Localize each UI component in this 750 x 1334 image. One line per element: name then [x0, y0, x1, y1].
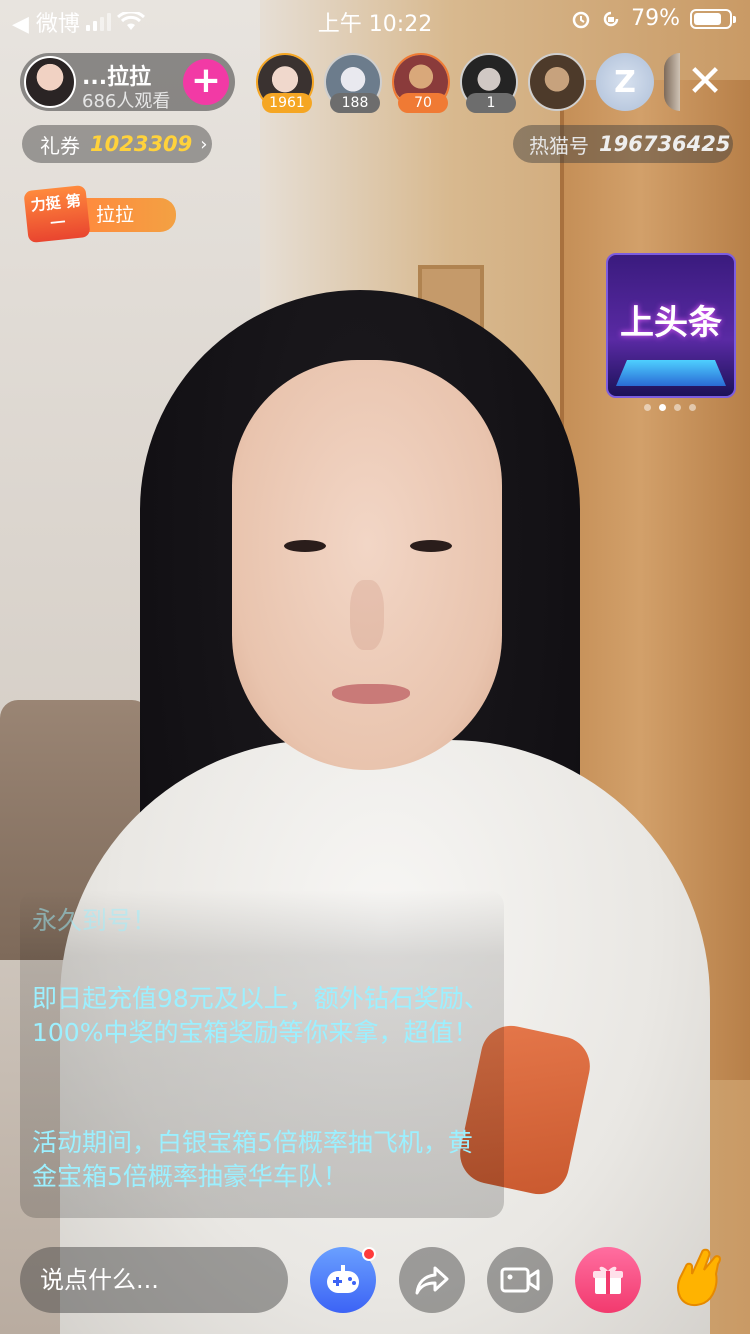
- carousel-dot-active: [659, 404, 666, 411]
- alarm-icon: [572, 11, 590, 28]
- close-icon[interactable]: ✕: [682, 60, 728, 106]
- host-card[interactable]: ...拉拉 686人观看 +: [20, 53, 235, 112]
- streamer-face: [232, 360, 502, 770]
- headline-stage: [616, 360, 726, 386]
- chat-message: 活动期间，白银宝箱5倍概率抽飞机，黄金宝箱5倍概率抽豪华车队！: [32, 1128, 473, 1191]
- video-camera-icon: [500, 1267, 540, 1293]
- carousel-dot: [674, 404, 681, 411]
- headline-card[interactable]: 上头条: [606, 253, 736, 398]
- comment-input[interactable]: 说点什么...: [20, 1247, 288, 1313]
- viewer-avatar[interactable]: 70: [392, 53, 450, 113]
- viewer-avatar[interactable]: [528, 53, 586, 111]
- share-button[interactable]: [399, 1247, 465, 1313]
- host-avatar[interactable]: [24, 56, 76, 108]
- chat-panel[interactable]: 永久到号！ 即日起充值98元及以上，额外钻石奖励、100%中奖的宝箱奖励等你来拿…: [20, 890, 504, 1218]
- camera-switch-button[interactable]: [487, 1247, 553, 1313]
- status-right: 79%: [571, 6, 736, 31]
- right-eye: [410, 540, 452, 552]
- carousel-dot: [644, 404, 651, 411]
- room-id-label: 热猫号: [529, 133, 589, 158]
- chat-message: 永久到号！: [32, 906, 158, 935]
- honor-badge[interactable]: 拉拉 力挺 第一: [23, 184, 176, 244]
- viewer-avatar[interactable]: 1: [460, 53, 518, 113]
- rank-icon[interactable]: Z: [596, 53, 654, 111]
- carousel-dot: [689, 404, 696, 411]
- battery-icon: [690, 8, 736, 29]
- game-button[interactable]: [310, 1247, 376, 1313]
- gamepad-icon: [327, 1265, 359, 1293]
- viewer-badge: 70: [398, 93, 448, 113]
- share-icon: [415, 1266, 449, 1295]
- viewer-avatar[interactable]: 1961: [256, 53, 314, 113]
- carousel-dots: [644, 404, 696, 411]
- nose: [350, 580, 384, 650]
- rank-letter: Z: [614, 64, 636, 100]
- fingers-crossed-hand-icon[interactable]: [664, 1244, 736, 1316]
- headline-text: 上头条: [620, 303, 722, 343]
- viewer-count: 686人观看: [82, 91, 171, 112]
- notification-dot: [362, 1247, 376, 1261]
- viewer-badge: 188: [330, 93, 380, 113]
- battery-fill: [694, 12, 721, 25]
- room-id-value: 196736425: [599, 132, 731, 156]
- status-bar: ◀ 微博 上午 10:22 79%: [0, 0, 750, 40]
- coupon-label: 礼券: [40, 133, 80, 158]
- mouth: [332, 684, 410, 704]
- follow-button[interactable]: +: [183, 59, 229, 105]
- honor-name: 拉拉: [80, 198, 176, 232]
- gift-button[interactable]: [575, 1247, 641, 1313]
- battery-percent: 79%: [631, 6, 680, 31]
- gift-icon: [593, 1266, 623, 1294]
- room-id-pill: 热猫号 196736425: [513, 125, 733, 163]
- viewer-badge: 1: [466, 93, 516, 113]
- chevron-right-icon: ›: [200, 133, 208, 155]
- viewer-avatar-image: [530, 55, 584, 109]
- viewer-avatar[interactable]: 188: [324, 53, 382, 113]
- honor-shield: 力挺 第一: [23, 184, 91, 244]
- left-eye: [284, 540, 326, 552]
- coupon-value: 1023309: [90, 132, 193, 156]
- rotation-lock-icon: [603, 11, 619, 26]
- chat-message: 即日起充值98元及以上，额外钻石奖励、100%中奖的宝箱奖励等你来拿，超值！: [32, 984, 489, 1047]
- coupon-pill[interactable]: 礼券 1023309 ›: [22, 125, 212, 163]
- viewer-avatar-partial[interactable]: [664, 53, 680, 111]
- viewer-badge: 1961: [262, 93, 312, 113]
